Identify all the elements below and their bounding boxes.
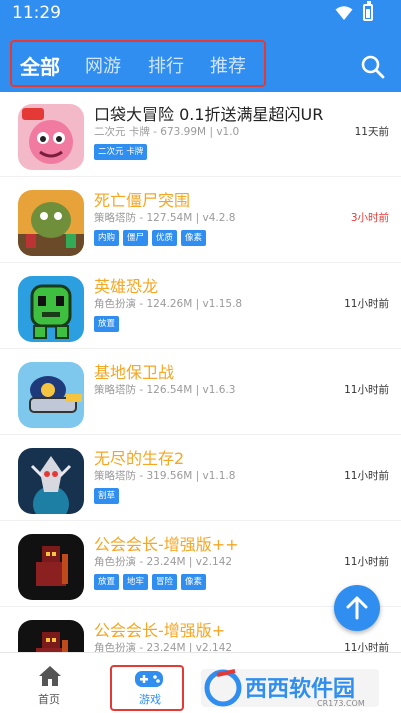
tag-list: 割草 [94,488,120,504]
game-name: 基地保卫战 [94,363,175,382]
nav-home-label: 首页 [38,693,60,706]
game-row[interactable]: 无尽的生存2 策略塔防 - 319.56M | v1.1.8 割草 11小时前 [0,436,401,521]
game-tag: 放置 [94,316,120,332]
tab-bar: 全部 网游 排行 推荐 [10,40,266,87]
update-time: 11小时前 [344,556,389,568]
game-icon [18,362,84,428]
tag-list: 二次元 卡牌 [94,144,148,160]
game-tag: 二次元 卡牌 [94,144,148,160]
game-meta: 角色扮演 - 23.24M | v2.142 [94,556,233,568]
update-time: 11小时前 [344,470,389,482]
update-time: 11小时前 [344,384,389,396]
game-icon [18,190,84,256]
watermark-url: CR173.COM [317,699,365,708]
game-row[interactable]: 英雄恐龙 角色扮演 - 124.26M | v1.15.8 放置 11小时前 [0,264,401,349]
status-time: 11:29 [12,3,61,23]
nav-home[interactable]: 首页 [26,665,74,709]
game-tag: 僵尸 [123,230,149,246]
game-meta: 角色扮演 - 124.26M | v1.15.8 [94,298,243,310]
game-row[interactable]: 基地保卫战 策略塔防 - 126.54M | v1.6.3 11小时前 [0,350,401,435]
top-bar: 11:29 全部 网游 排行 推荐 [0,0,401,92]
game-row[interactable]: 死亡僵尸突围 策略塔防 - 127.54M | v4.2.8 内购 僵尸 优质 … [0,178,401,263]
game-tag: 放置 [94,574,120,590]
tab-online[interactable]: 网游 [85,52,121,78]
game-tag: 像素 [181,230,207,246]
game-name: 公会会长-增强版++ [94,535,239,554]
update-time: 11天前 [354,126,389,138]
nav-game-label: 游戏 [139,693,161,706]
game-name: 公会会长-增强版+ [94,621,226,640]
game-tag: 割草 [94,488,120,504]
tag-list: 放置 [94,316,120,332]
game-name: 死亡僵尸突围 [94,191,191,210]
scroll-to-top-button[interactable] [334,585,380,631]
game-list: 口袋大冒险 0.1折送满星超闪UR 二次元 卡牌 - 673.99M | v1.… [0,92,401,652]
game-row[interactable]: 口袋大冒险 0.1折送满星超闪UR 二次元 卡牌 - 673.99M | v1.… [0,92,401,177]
game-meta: 角色扮演 - 23.24M | v2.142 [94,642,233,652]
tab-ranking[interactable]: 排行 [148,52,184,78]
game-meta: 策略塔防 - 127.54M | v4.2.8 [94,212,236,224]
game-icon [18,448,84,514]
game-tag: 像素 [181,574,207,590]
battery-icon [363,1,373,21]
update-time: 11小时前 [344,298,389,310]
game-tag: 内购 [94,230,120,246]
nav-game[interactable]: 游戏 [110,665,184,711]
game-name: 英雄恐龙 [94,277,159,296]
tab-recommend[interactable]: 推荐 [210,52,246,78]
game-icon [18,534,84,600]
game-tag: 优质 [152,230,178,246]
game-icon [18,276,84,342]
game-name: 无尽的生存2 [94,449,185,468]
update-time: 11小时前 [344,642,389,652]
status-bar: 11:29 [0,0,401,26]
update-time: 3小时前 [350,212,389,224]
search-icon[interactable] [360,54,386,80]
game-meta: 策略塔防 - 126.54M | v1.6.3 [94,384,236,396]
gamepad-icon [135,671,163,687]
bottom-nav: 首页 游戏 西西软件园 CR173.COM [0,652,401,713]
tab-all[interactable]: 全部 [20,51,60,80]
watermark-logo: 西西软件园 CR173.COM [201,669,379,708]
game-name: 口袋大冒险 0.1折送满星超闪UR [94,105,324,124]
game-meta: 二次元 卡牌 - 673.99M | v1.0 [94,126,240,138]
game-tag: 地牢 [123,574,149,590]
arrow-up-icon [346,596,368,620]
game-tag: 冒险 [152,574,178,590]
game-meta: 策略塔防 - 319.56M | v1.1.8 [94,470,236,482]
game-icon [18,620,84,652]
wifi-icon [335,5,353,20]
home-icon [39,666,61,686]
tag-list: 内购 僵尸 优质 像素 [94,230,207,246]
tag-list: 放置 地牢 冒险 像素 [94,574,207,590]
game-icon [18,104,84,170]
